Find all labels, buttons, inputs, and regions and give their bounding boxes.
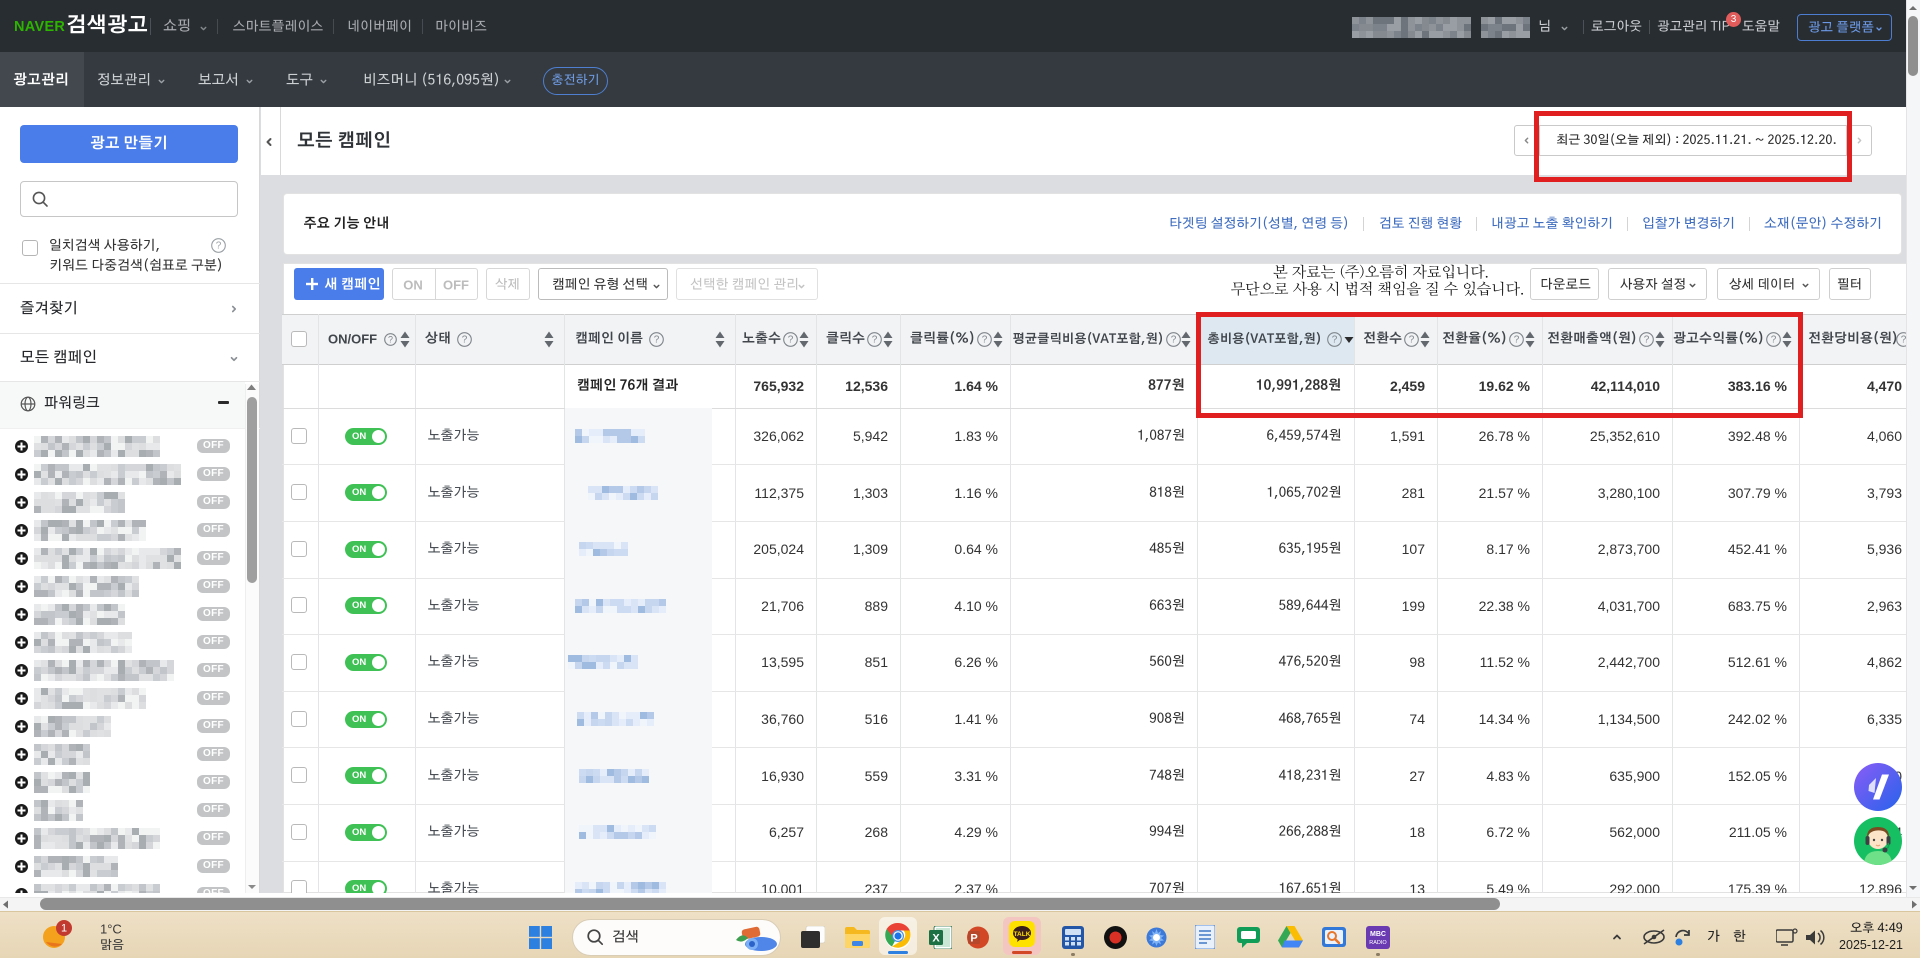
svg-text:?: ? [871,334,877,345]
svg-text:TALK: TALK [1014,931,1031,938]
svg-text:?: ? [215,240,221,251]
svg-text:X: X [932,933,940,945]
svg-text:?: ? [387,334,392,344]
svg-text:?: ? [654,334,660,345]
svg-text:?: ? [787,334,793,345]
svg-text:?: ? [981,334,987,345]
svg-text:P: P [970,933,977,945]
svg-text:?: ? [462,334,468,345]
svg-text:?: ? [1170,334,1176,345]
svg-text:MBC: MBC [1370,931,1386,938]
svg-text:1: 1 [61,923,67,935]
svg-text:RADIO: RADIO [1369,940,1387,946]
